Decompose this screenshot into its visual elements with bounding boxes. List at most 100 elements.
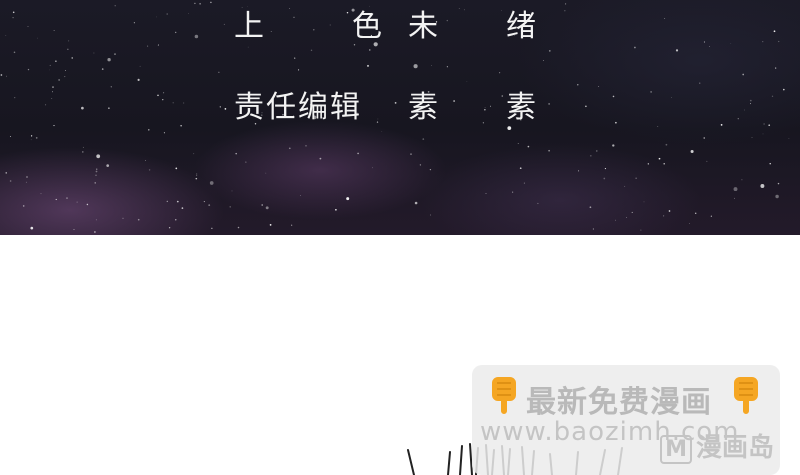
- star: [446, 66, 448, 68]
- star: [775, 67, 777, 69]
- star: [67, 48, 69, 50]
- star: [144, 159, 146, 161]
- star: [49, 64, 51, 66]
- star: [12, 16, 14, 19]
- star: [688, 223, 690, 224]
- star: [750, 103, 751, 105]
- star: [668, 210, 671, 212]
- star: [517, 142, 519, 144]
- star: [346, 197, 350, 201]
- star: [720, 124, 723, 126]
- coloring-value-char-2: 绪: [506, 9, 536, 44]
- star: [35, 137, 38, 139]
- star: [749, 99, 752, 102]
- star: [431, 64, 432, 66]
- star: [241, 7, 243, 8]
- star: [624, 185, 626, 187]
- star: [413, 64, 418, 69]
- star: [288, 147, 291, 150]
- star: [762, 133, 764, 135]
- star: [210, 1, 212, 4]
- star: [537, 202, 539, 205]
- star: [81, 106, 84, 110]
- star: [294, 57, 296, 59]
- star: [196, 175, 198, 177]
- star: [410, 153, 412, 155]
- star: [335, 208, 337, 211]
- star: [172, 102, 174, 104]
- star: [6, 75, 7, 77]
- star: [40, 193, 42, 195]
- star: [30, 135, 33, 137]
- star: [548, 149, 550, 152]
- star: [181, 207, 184, 209]
- star: [548, 50, 551, 52]
- star: [194, 34, 199, 39]
- star: [49, 69, 50, 71]
- star: [86, 203, 89, 206]
- star: [94, 182, 96, 184]
- star: [183, 102, 185, 104]
- star: [542, 59, 544, 61]
- star: [208, 204, 211, 206]
- star: [148, 129, 150, 131]
- star: [744, 109, 745, 111]
- star: [369, 49, 371, 51]
- star: [101, 68, 104, 70]
- star: [163, 92, 165, 94]
- star: [175, 31, 177, 34]
- star: [107, 58, 111, 62]
- editor-value-char-1: 素: [408, 90, 438, 125]
- star: [289, 8, 291, 9]
- star: [166, 200, 169, 203]
- star: [458, 8, 460, 9]
- editor-credit: 责任编辑 素 素: [234, 93, 554, 125]
- star: [53, 29, 55, 31]
- star: [219, 106, 221, 108]
- star: [168, 227, 171, 229]
- star: [64, 76, 66, 78]
- star: [27, 26, 29, 28]
- star: [229, 206, 231, 208]
- star: [762, 41, 764, 43]
- editor-label: 责任编辑: [234, 90, 362, 125]
- star: [703, 137, 705, 139]
- star: [501, 10, 502, 11]
- watermark-banner: 最新免费漫画 www.baozimh.com M 漫画岛: [472, 365, 780, 475]
- star: [369, 5, 370, 7]
- editor-value-char-2: 素: [506, 90, 536, 125]
- star: [777, 182, 780, 185]
- star: [22, 205, 25, 207]
- star: [66, 197, 68, 199]
- star: [603, 177, 606, 180]
- star: [55, 198, 57, 201]
- star: [203, 201, 205, 203]
- star: [157, 44, 159, 46]
- star: [466, 81, 468, 82]
- star: [106, 164, 110, 167]
- star: [771, 95, 774, 97]
- star: [93, 52, 95, 54]
- star: [357, 152, 359, 155]
- star: [12, 11, 15, 14]
- star: [0, 74, 3, 76]
- star: [706, 160, 708, 162]
- star: [589, 206, 592, 209]
- star: [671, 97, 673, 98]
- star: [53, 125, 55, 127]
- star: [298, 69, 300, 71]
- star: [527, 145, 530, 148]
- star: [30, 226, 34, 230]
- star: [741, 179, 743, 181]
- star: [110, 86, 112, 88]
- star: [291, 224, 293, 226]
- star: [26, 176, 28, 178]
- star: [5, 172, 7, 174]
- star: [773, 30, 776, 33]
- star: [578, 170, 580, 172]
- star: [430, 214, 432, 216]
- star: [96, 154, 101, 159]
- star: [751, 136, 753, 139]
- star: [247, 46, 249, 48]
- star: [634, 46, 636, 49]
